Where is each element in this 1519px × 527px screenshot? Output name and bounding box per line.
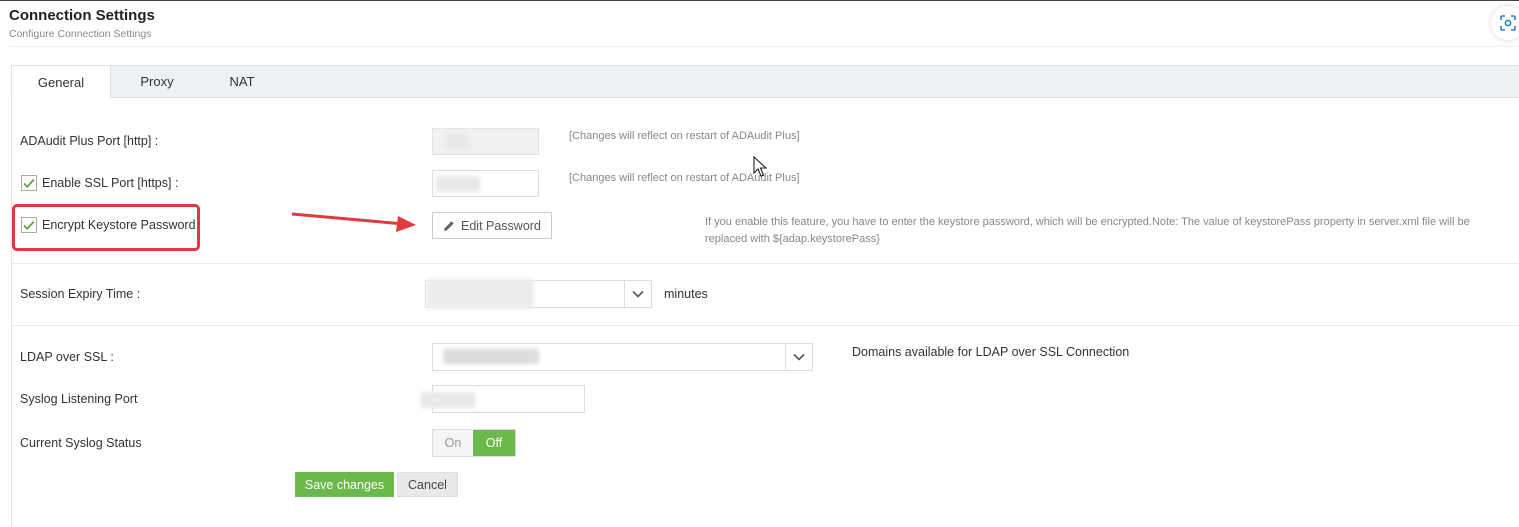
focus-scan-button[interactable] — [1491, 6, 1519, 40]
edit-password-label: Edit Password — [461, 218, 541, 233]
header-divider — [9, 46, 1519, 47]
toggle-off-option[interactable]: Off — [473, 430, 515, 456]
mouse-cursor-icon — [753, 156, 767, 177]
chevron-down-icon[interactable] — [785, 344, 812, 370]
cancel-button[interactable]: Cancel — [397, 472, 458, 497]
tab-proxy[interactable]: Proxy — [117, 65, 197, 98]
encrypt-keystore-hint: If you enable this feature, you have to … — [705, 216, 1470, 245]
redacted-value — [443, 349, 539, 364]
ldap-ssl-select[interactable] — [432, 343, 813, 371]
encrypt-keystore-checkbox[interactable] — [21, 217, 37, 233]
window-top-border — [0, 0, 1519, 1]
red-arrow-icon — [292, 212, 416, 232]
syslog-status-label: Current Syslog Status — [20, 436, 142, 450]
syslog-status-toggle[interactable]: On Off — [432, 429, 516, 457]
ldap-ssl-hint: Domains available for LDAP over SSL Conn… — [852, 345, 1130, 359]
ssl-port-input[interactable] — [432, 170, 539, 197]
session-expiry-select[interactable] — [425, 279, 652, 309]
focus-scan-icon — [1500, 15, 1516, 31]
http-port-input[interactable] — [432, 128, 539, 155]
redacted-value — [421, 392, 475, 408]
session-expiry-label: Session Expiry Time : — [20, 287, 141, 301]
redacted-value — [426, 279, 534, 309]
page-header: Connection Settings Configure Connection… — [9, 7, 155, 40]
save-changes-button[interactable]: Save changes — [295, 472, 394, 497]
checkmark-icon — [23, 178, 35, 188]
toggle-on-option[interactable]: On — [433, 430, 473, 456]
syslog-port-label: Syslog Listening Port — [20, 392, 138, 406]
tab-bar: General Proxy NAT — [11, 65, 1519, 99]
edit-password-button[interactable]: Edit Password — [432, 212, 552, 239]
page-subtitle: Configure Connection Settings — [9, 28, 152, 40]
ssl-port-label: Enable SSL Port [https] : — [42, 176, 179, 190]
redacted-value — [436, 176, 480, 192]
encrypt-keystore-label: Encrypt Keystore Password — [42, 218, 196, 232]
session-expiry-unit: minutes — [664, 287, 708, 301]
section-divider — [12, 325, 1519, 326]
section-divider — [12, 263, 1519, 264]
pencil-icon — [444, 220, 454, 231]
http-port-hint: [Changes will reflect on restart of ADAu… — [569, 130, 800, 142]
http-port-label: ADAudit Plus Port [http] : — [20, 134, 159, 148]
syslog-port-input[interactable] — [421, 385, 585, 413]
redacted-value — [445, 134, 469, 150]
tab-nat[interactable]: NAT — [207, 65, 277, 98]
checkmark-icon — [23, 220, 35, 230]
tab-general[interactable]: General — [11, 65, 111, 99]
page-title: Connection Settings — [9, 7, 155, 24]
ldap-ssl-label: LDAP over SSL : — [20, 350, 114, 364]
chevron-down-icon[interactable] — [624, 281, 651, 307]
ssl-port-checkbox[interactable] — [21, 175, 37, 191]
